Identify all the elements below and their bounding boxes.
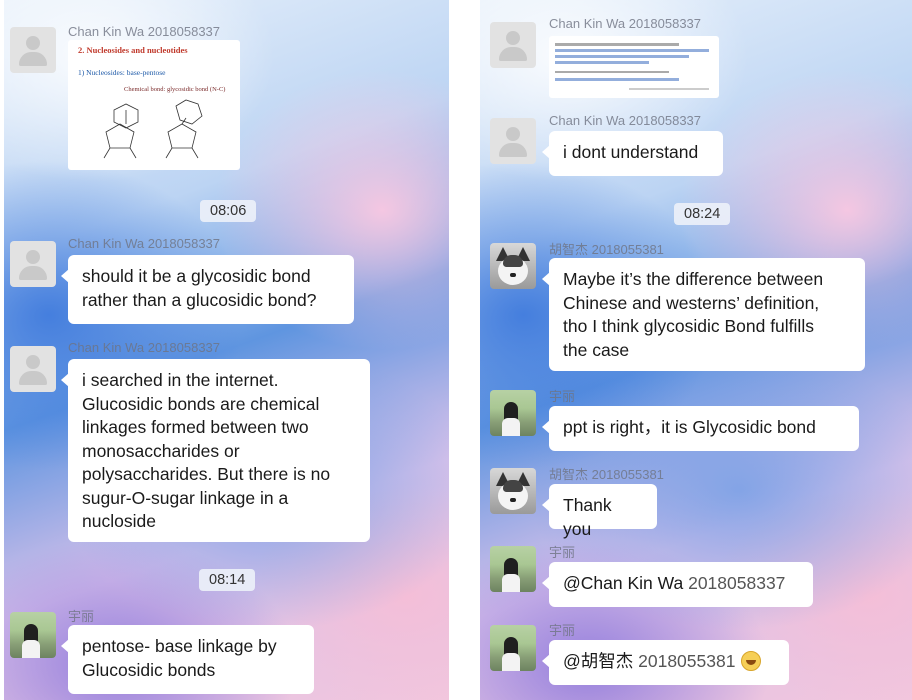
sender-name: Chan Kin Wa 2018058337 [549,16,702,31]
student-number: 2018058337 [683,573,786,593]
avatar-default[interactable] [490,118,536,164]
sender-name: 宇丽 [68,609,95,624]
avatar-default[interactable] [10,27,56,73]
avatar-photo[interactable] [490,625,536,671]
grin-emoji-icon [741,651,762,671]
slide-image-message[interactable]: 2. Nucleosides and nucleotides 1) Nucleo… [68,40,240,170]
avatar-default[interactable] [10,241,56,287]
message-bubble[interactable]: Maybe it’s the difference between Chines… [542,258,865,371]
sender-name: 宇丽 [549,389,576,404]
timestamp: 08:14 [199,569,256,591]
timestamp: 08:24 [674,203,731,225]
message-bubble[interactable]: pentose- base linkage by Glucosidic bond… [61,625,314,694]
avatar-photo[interactable] [490,546,536,592]
sender-name: Chan Kin Wa 2018058337 [68,340,221,355]
avatar-photo[interactable] [490,390,536,436]
sender-name: Chan Kin Wa 2018058337 [549,113,702,128]
avatar-husky[interactable] [490,468,536,514]
sender-name: Chan Kin Wa 2018058337 [68,24,221,39]
message-bubble[interactable]: i searched in the internet. Glucosidic b… [61,359,370,542]
message-bubble[interactable]: should it be a glycosidic bond rather th… [61,255,354,324]
avatar-photo[interactable] [10,612,56,658]
chat-panel-left[interactable]: Chan Kin Wa 2018058337 2. Nucleosides an… [4,0,449,700]
sender-name: 宇丽 [549,623,576,638]
student-number: 2018055381 [633,651,736,671]
mention[interactable]: @胡智杰 [563,651,633,671]
timestamp: 08:06 [200,200,257,222]
message-bubble[interactable]: ppt is right，it is Glycosidic bond [542,406,859,451]
nucleoside-structure-icon [103,99,203,159]
avatar-default[interactable] [10,346,56,392]
message-bubble[interactable]: i dont understand [542,131,723,176]
message-bubble[interactable]: @Chan Kin Wa 2018058337 [542,562,813,607]
screenshot-image-message[interactable] [549,36,719,98]
chat-panel-right[interactable]: Chan Kin Wa 2018058337 Chan Kin Wa 20180… [480,0,912,700]
sender-name: Chan Kin Wa 2018058337 [68,236,221,251]
sender-name: 宇丽 [549,545,576,560]
message-bubble[interactable]: Thank you [542,484,657,539]
mention[interactable]: @Chan Kin Wa [563,573,683,593]
avatar-default[interactable] [490,22,536,68]
avatar-husky[interactable] [490,243,536,289]
message-bubble[interactable]: @胡智杰 2018055381 [542,640,789,685]
sender-name: 胡智杰 2018055381 [549,242,664,257]
sender-name: 胡智杰 2018055381 [549,467,664,482]
